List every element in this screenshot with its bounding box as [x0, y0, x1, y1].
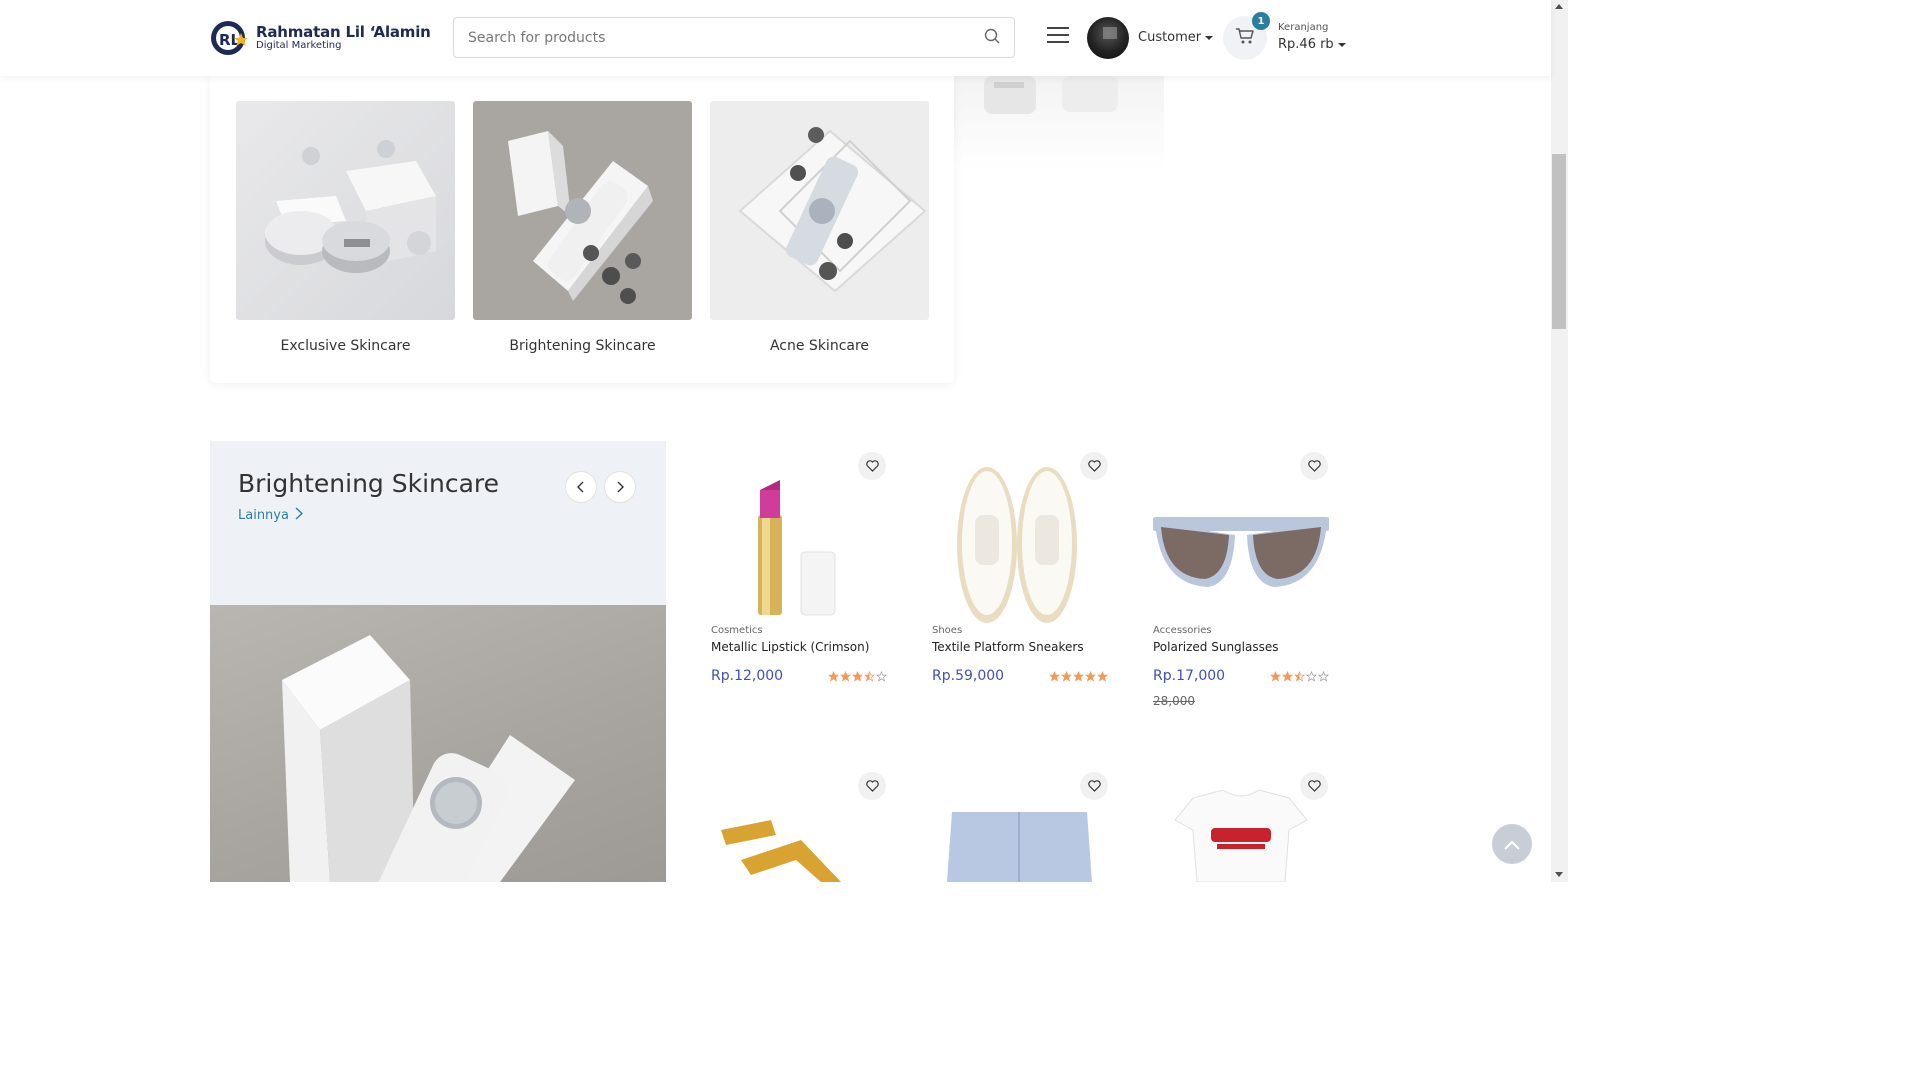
search-icon[interactable] [984, 28, 1000, 48]
product-image [932, 455, 1108, 625]
carousel-prev-button[interactable] [565, 471, 597, 503]
category-item[interactable]: Exclusive Skincare [236, 101, 455, 354]
product-card[interactable] [1153, 790, 1329, 882]
carousel-next-button[interactable] [604, 471, 636, 503]
wishlist-button[interactable] [858, 452, 886, 480]
product-name: Polarized Sunglasses [1153, 640, 1279, 654]
star-icon [1306, 670, 1317, 682]
cart-icon [1235, 27, 1255, 49]
product-image [711, 800, 887, 882]
category-item[interactable]: Acne Skincare [710, 101, 929, 354]
section-banner-image [210, 605, 666, 882]
page: RL Rahmatan Lil ‘Alamin Digital Marketin… [0, 0, 1568, 882]
scroll-to-top-button[interactable] [1492, 824, 1532, 864]
brand-logo[interactable]: RL Rahmatan Lil ‘Alamin Digital Marketin… [210, 19, 431, 57]
scroll-down-arrow-icon[interactable] [1555, 872, 1563, 877]
rating-stars [1270, 670, 1329, 682]
star-icon [1318, 670, 1329, 682]
star-icon [1294, 670, 1305, 682]
category-name: Brightening Skincare [509, 338, 656, 354]
chevron-down-icon [1205, 35, 1214, 40]
wishlist-button[interactable] [1080, 452, 1108, 480]
heart-icon [1087, 457, 1101, 476]
star-icon [852, 670, 863, 682]
category-name: Acne Skincare [769, 338, 870, 354]
star-icon [828, 670, 839, 682]
wishlist-button[interactable] [1300, 772, 1328, 800]
star-icon [1061, 670, 1072, 682]
star-icon [1049, 670, 1060, 682]
category-image [710, 101, 929, 320]
avatar[interactable] [1087, 17, 1129, 59]
heart-icon [865, 777, 879, 796]
site-header: RL Rahmatan Lil ‘Alamin Digital Marketin… [0, 0, 1551, 76]
heart-icon [1307, 457, 1321, 476]
chevron-up-icon [1504, 835, 1520, 854]
heart-icon [1307, 777, 1321, 796]
hamburger-menu-icon[interactable] [1047, 27, 1069, 47]
scrollbar-thumb[interactable] [1552, 154, 1566, 329]
brand-title: Rahmatan Lil ‘Alamin [256, 23, 431, 41]
product-name: Textile Platform Sneakers [932, 640, 1084, 654]
star-icon [1073, 670, 1084, 682]
chevron-left-icon [577, 478, 585, 497]
logo-mark-icon: RL [210, 19, 250, 57]
product-category: Cosmetics [711, 625, 763, 636]
scroll-up-arrow-icon[interactable] [1555, 4, 1563, 9]
product-card[interactable]: Accessories Polarized Sunglasses Rp.17,0… [1153, 455, 1329, 708]
scrollbar-track[interactable] [1551, 0, 1568, 882]
wishlist-button[interactable] [858, 772, 886, 800]
chevron-right-icon [295, 507, 304, 524]
chevron-right-icon [616, 478, 624, 497]
product-category: Accessories [1153, 625, 1212, 636]
product-price: Rp.17,000 [1153, 668, 1226, 684]
product-old-price: 28,000 [1153, 694, 1195, 708]
star-icon [1270, 670, 1281, 682]
search-bar [453, 17, 1015, 58]
rating-stars [1049, 670, 1108, 682]
star-icon [1097, 670, 1108, 682]
section-title: Brightening Skincare [238, 469, 500, 498]
product-image [1153, 790, 1329, 882]
section-header-panel: Brightening Skincare Lainnya [210, 441, 666, 605]
see-more-link[interactable]: Lainnya [238, 507, 304, 524]
category-image [236, 101, 455, 320]
user-menu-label: Customer [1138, 30, 1202, 45]
product-card[interactable]: Cosmetics Metallic Lipstick (Crimson) Rp… [711, 455, 887, 684]
heart-icon [1087, 777, 1101, 796]
star-icon [876, 670, 887, 682]
cart-total-dropdown[interactable]: Rp.46 rb [1278, 37, 1346, 52]
cart-label: Keranjang [1278, 22, 1329, 33]
category-image [473, 101, 692, 320]
product-card[interactable]: Shoes Textile Platform Sneakers Rp.59,00… [932, 455, 1108, 684]
heart-icon [865, 457, 879, 476]
product-name: Metallic Lipstick (Crimson) [711, 640, 870, 654]
product-image [932, 800, 1108, 882]
product-category: Shoes [932, 625, 963, 636]
rating-stars [828, 670, 887, 682]
hero-image-fragment [954, 76, 1164, 171]
product-image [1153, 455, 1329, 625]
cart-total-value: Rp.46 rb [1278, 37, 1334, 52]
product-price: Rp.12,000 [711, 668, 784, 684]
product-image [711, 455, 887, 625]
star-icon [1282, 670, 1293, 682]
star-icon [1085, 670, 1096, 682]
brand-subtitle: Digital Marketing [256, 40, 342, 51]
product-price: Rp.59,000 [932, 668, 1005, 684]
product-card[interactable] [711, 800, 887, 882]
category-card: Exclusive Skincare Brightening Skincare … [210, 76, 954, 383]
product-card[interactable] [932, 800, 1108, 882]
star-icon [840, 670, 851, 682]
cart-count-badge: 1 [1252, 12, 1270, 30]
category-item[interactable]: Brightening Skincare [473, 101, 692, 354]
user-menu[interactable]: Customer [1138, 30, 1214, 45]
wishlist-button[interactable] [1300, 452, 1328, 480]
search-input[interactable] [468, 29, 984, 46]
wishlist-button[interactable] [1080, 772, 1108, 800]
category-name: Exclusive Skincare [280, 338, 411, 354]
star-icon [864, 670, 875, 682]
see-more-label: Lainnya [238, 508, 289, 523]
chevron-down-icon [1337, 42, 1346, 47]
